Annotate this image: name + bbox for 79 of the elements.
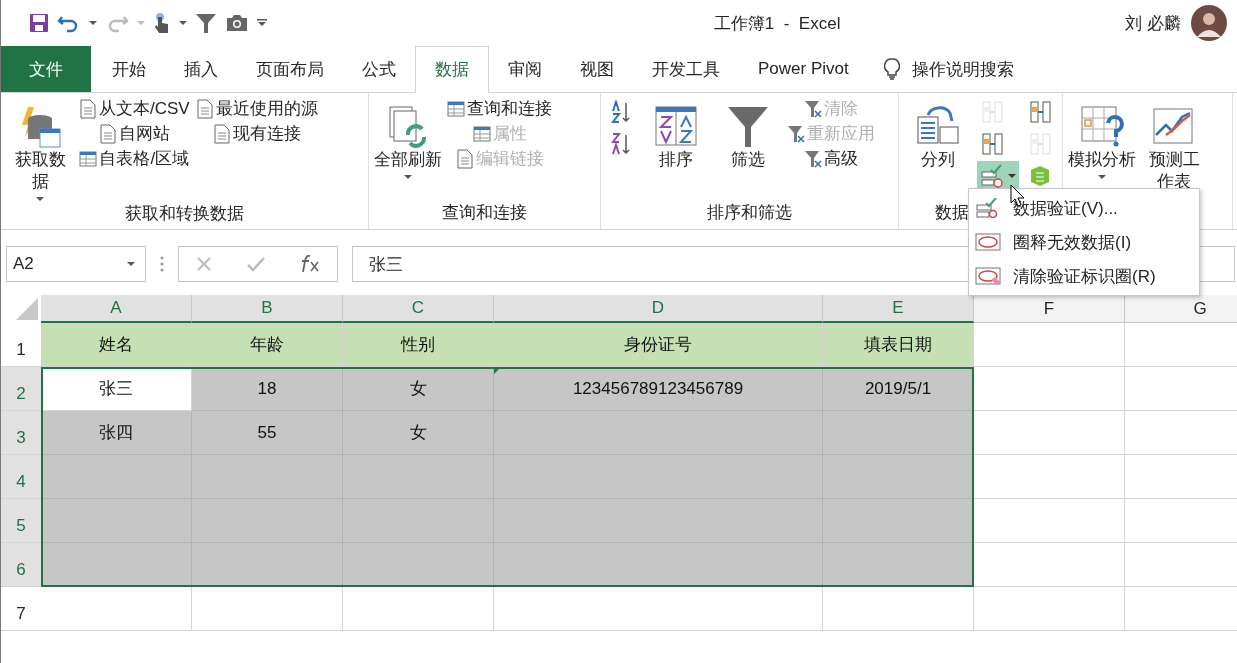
- row-header[interactable]: 4: [1, 455, 41, 499]
- ribbon-tab[interactable]: 开发工具: [633, 46, 739, 92]
- checkmark-icon[interactable]: [247, 256, 265, 272]
- caret-icon: [127, 261, 135, 267]
- ribbon-tab[interactable]: 视图: [561, 46, 633, 92]
- column-header[interactable]: A: [41, 295, 192, 323]
- ribbon-tab[interactable]: Power Pivot: [739, 46, 868, 92]
- table-cell: 姓名: [41, 323, 192, 367]
- camera-icon[interactable]: [225, 13, 249, 33]
- ribbon-tab[interactable]: 开始: [93, 46, 165, 92]
- table-cell: 55: [192, 411, 343, 455]
- function-icon[interactable]: [299, 255, 320, 273]
- funnel-button[interactable]: 筛选: [715, 101, 781, 171]
- table-icon: [79, 148, 98, 169]
- ribbon-tab[interactable]: 插入: [165, 46, 237, 92]
- hand-pointer-icon[interactable]: [153, 12, 171, 34]
- what-if-button[interactable]: 模拟分析: [1069, 101, 1135, 180]
- ribbon-tab[interactable]: 公式: [343, 46, 415, 92]
- ribbon-group-label: 排序和筛选: [706, 202, 793, 224]
- circled-table-icon: [975, 232, 1001, 252]
- save-icon[interactable]: [29, 13, 49, 33]
- lightbulb-icon[interactable]: [883, 58, 900, 80]
- page-cylinder-button[interactable]: 现有连接: [212, 122, 301, 145]
- column-header[interactable]: D: [494, 295, 823, 323]
- column-header[interactable]: G: [1125, 295, 1237, 323]
- data-validation-button[interactable]: [977, 161, 1019, 191]
- text-to-columns-button[interactable]: 分列: [905, 101, 971, 171]
- funnel-icon[interactable]: [195, 12, 217, 34]
- row-header[interactable]: 3: [1, 411, 41, 455]
- forecast-chart-button[interactable]: 预测工作表: [1144, 101, 1204, 193]
- ribbon-group-label: 获取和转换数据: [124, 203, 245, 225]
- row-header[interactable]: 2: [1, 367, 41, 411]
- table-cell: 张三: [41, 367, 192, 411]
- name-box[interactable]: A2: [6, 246, 146, 282]
- what-if-icon: [1080, 105, 1124, 149]
- user-name[interactable]: 刘 必麟: [1125, 11, 1181, 35]
- funnel-icon: [726, 105, 770, 149]
- refresh-button[interactable]: 全部刷新: [375, 101, 441, 180]
- caret-icon[interactable]: [89, 20, 97, 26]
- ribbon-group-label: 查询和连接: [441, 202, 528, 224]
- clock-page-button[interactable]: 最近使用的源: [195, 97, 318, 120]
- table-cell: 张四: [41, 411, 192, 455]
- table-cell: 填表日期: [823, 323, 974, 367]
- database-button[interactable]: 获取数据: [10, 101, 70, 202]
- table-cell: 18: [192, 367, 343, 411]
- table-cell: 123456789123456789: [494, 367, 823, 411]
- advanced-filter-button[interactable]: 高级: [804, 147, 858, 170]
- globe-page-button[interactable]: 自网站: [98, 122, 170, 145]
- table-cell: 身份证号: [494, 323, 823, 367]
- ribbon-tab[interactable]: 页面布局: [237, 46, 343, 92]
- ribbon-tab[interactable]: 数据: [415, 46, 489, 93]
- document-icon: [79, 98, 97, 119]
- window-icon: [447, 98, 465, 119]
- column-header[interactable]: E: [823, 295, 974, 323]
- column-header[interactable]: F: [974, 295, 1125, 323]
- row-header[interactable]: 5: [1, 499, 41, 543]
- clear-filter-icon: [804, 98, 822, 119]
- table-cell: 女: [343, 411, 494, 455]
- ribbon-tab[interactable]: 审阅: [489, 46, 561, 92]
- sort-button[interactable]: 排序: [643, 101, 709, 171]
- sort-icon: [654, 105, 698, 149]
- column-header[interactable]: B: [192, 295, 343, 323]
- caret-icon[interactable]: [179, 20, 187, 26]
- avatar[interactable]: [1191, 5, 1227, 41]
- customize-caret-icon[interactable]: [257, 19, 267, 27]
- tell-me-search[interactable]: 操作说明搜索: [899, 57, 1033, 81]
- window-title: 工作簿1 - Excel: [712, 12, 842, 35]
- table-cell: 性别: [343, 323, 494, 367]
- column-header[interactable]: C: [343, 295, 494, 323]
- ribbon-tab[interactable]: 文件: [1, 46, 91, 92]
- table-cell: 年龄: [192, 323, 343, 367]
- ribbon-group-label: 数据: [935, 202, 969, 224]
- document-button[interactable]: 从文本/CSV: [79, 97, 190, 120]
- table-cell: 女: [343, 367, 494, 411]
- row-header[interactable]: 6: [1, 543, 41, 587]
- grip-icon[interactable]: [160, 256, 164, 272]
- window-button[interactable]: 查询和连接: [447, 97, 552, 120]
- table-button[interactable]: 自表格/区域: [79, 147, 190, 170]
- table-cell: 2019/5/1: [823, 367, 974, 411]
